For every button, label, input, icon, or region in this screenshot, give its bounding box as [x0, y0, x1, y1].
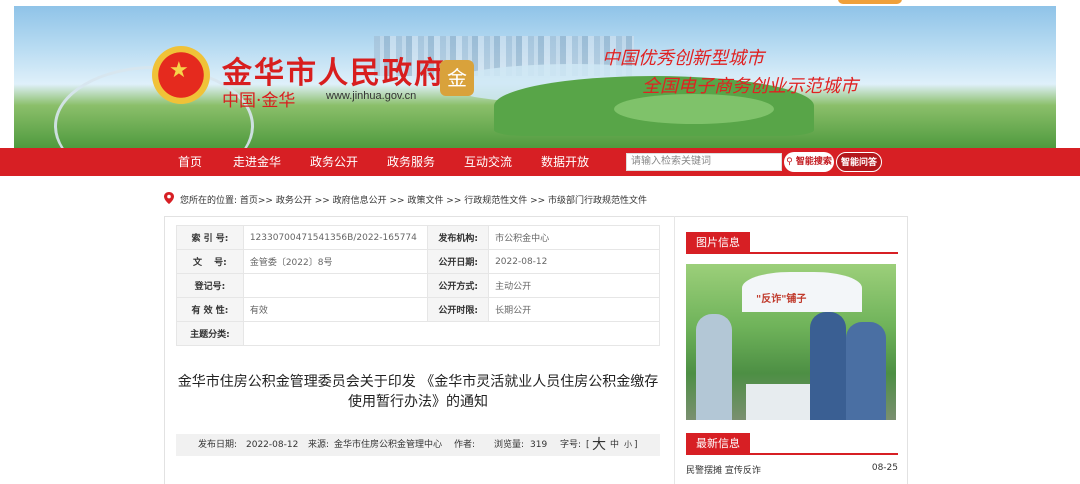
meta-reg-value: [242, 273, 429, 298]
views-value: 319: [530, 440, 548, 450]
nav-item-data-open[interactable]: 数据开放: [541, 148, 589, 176]
meta-period-label: 公开时限:: [427, 297, 490, 322]
nav-item-interact[interactable]: 互动交流: [464, 148, 512, 176]
search-input[interactable]: 请输入检索关键词: [626, 153, 782, 171]
meta-org-label: 发布机构:: [427, 225, 490, 250]
latest-info-header: 最新信息: [686, 433, 898, 455]
date-value: 2022-08-12: [246, 440, 299, 450]
list-item[interactable]: 民警摆摊 宣传反诈 08-25: [686, 463, 898, 476]
views-label: 浏览量:: [494, 440, 525, 450]
latest-info-tab[interactable]: 最新信息: [686, 433, 750, 455]
photo-sign-text: "反诈"铺子: [756, 294, 807, 305]
smart-search-label: 智能搜索: [795, 157, 832, 167]
meta-reg-label: 登记号:: [176, 273, 244, 298]
source-value: 金华市住房公积金管理中心: [334, 440, 443, 450]
font-size-small-button[interactable]: 小: [624, 434, 632, 456]
article-info-bar: 发布日期: 2022-08-12 来源: 金华市住房公积金管理中心 作者: 浏览…: [176, 434, 660, 456]
jinhua-seal-icon: 金: [440, 60, 474, 96]
font-bracket-open: [: [586, 440, 590, 450]
meta-valid-label: 有 效 性:: [176, 297, 244, 322]
photo-info-tab[interactable]: 图片信息: [686, 232, 750, 254]
nav-item-gov-open[interactable]: 政务公开: [310, 148, 358, 176]
photo-person-2: [810, 312, 846, 420]
author-label: 作者:: [454, 440, 476, 450]
font-size-big-button[interactable]: 大: [592, 434, 606, 456]
top-accent-pill: [838, 0, 902, 4]
search-icon: ⚲: [786, 157, 793, 167]
document-meta-table: 索 引 号: 12330700471541356B/2022-165774 发布…: [176, 225, 661, 346]
content-divider: [674, 216, 675, 484]
national-emblem-icon[interactable]: ★: [152, 46, 210, 104]
news-date: 08-25: [871, 463, 898, 473]
photo-info-header: 图片信息: [686, 232, 898, 254]
meta-pubdate-value: 2022-08-12: [488, 249, 660, 274]
banner-slogan-2: 全国电子商务创业示范城市: [642, 76, 858, 97]
news-photo[interactable]: "反诈"铺子: [686, 264, 896, 420]
smart-search-button[interactable]: ⚲ 智能搜索: [784, 152, 834, 172]
meta-topic-value: [242, 321, 661, 346]
meta-period-value: 长期公开: [488, 297, 660, 322]
meta-pubmode-label: 公开方式:: [427, 273, 490, 298]
meta-doc-label: 文 号:: [176, 249, 244, 274]
meta-pubmode-value: 主动公开: [488, 273, 660, 298]
site-url: www.jinhua.gov.cn: [326, 90, 417, 102]
site-subtitle: 中国·金华: [222, 91, 296, 111]
meta-org-value: 市公积金中心: [488, 225, 660, 250]
meta-topic-label: 主题分类:: [176, 321, 244, 346]
location-pin-icon: [164, 192, 174, 204]
source-label: 来源:: [308, 440, 330, 450]
banner-park-path: [614, 94, 774, 124]
font-size-mid-button[interactable]: 中: [610, 434, 619, 456]
photo-person-3: [846, 322, 886, 420]
main-nav: 首页 走进金华 政务公开 政务服务 互动交流 数据开放: [0, 148, 1080, 176]
font-bracket-close: ]: [634, 440, 638, 450]
meta-index-value: 12330700471541356B/2022-165774: [242, 225, 429, 250]
date-label: 发布日期:: [198, 440, 238, 450]
nav-item-gov-service[interactable]: 政务服务: [387, 148, 435, 176]
smart-qa-button[interactable]: 智能问答: [836, 152, 882, 172]
meta-index-label: 索 引 号:: [176, 225, 244, 250]
meta-doc-value: 金管委〔2022〕8号: [242, 249, 429, 274]
nav-item-home[interactable]: 首页: [178, 148, 202, 176]
font-size-label: 字号:: [560, 440, 582, 450]
news-title[interactable]: 民警摆摊 宣传反诈: [686, 466, 761, 476]
meta-pubdate-label: 公开日期:: [427, 249, 490, 274]
banner-slogan-1: 中国优秀创新型城市: [602, 48, 764, 69]
breadcrumb[interactable]: 您所在的位置: 首页>> 政务公开 >> 政府信息公开 >> 政策文件 >> 行…: [180, 193, 647, 206]
photo-person-1: [696, 314, 732, 420]
meta-valid-value: 有效: [242, 297, 429, 322]
nav-item-about[interactable]: 走进金华: [233, 148, 281, 176]
article-title: 金华市住房公积金管理委员会关于印发 《金华市灵活就业人员住房公积金缴存使用暂行办…: [177, 374, 659, 410]
